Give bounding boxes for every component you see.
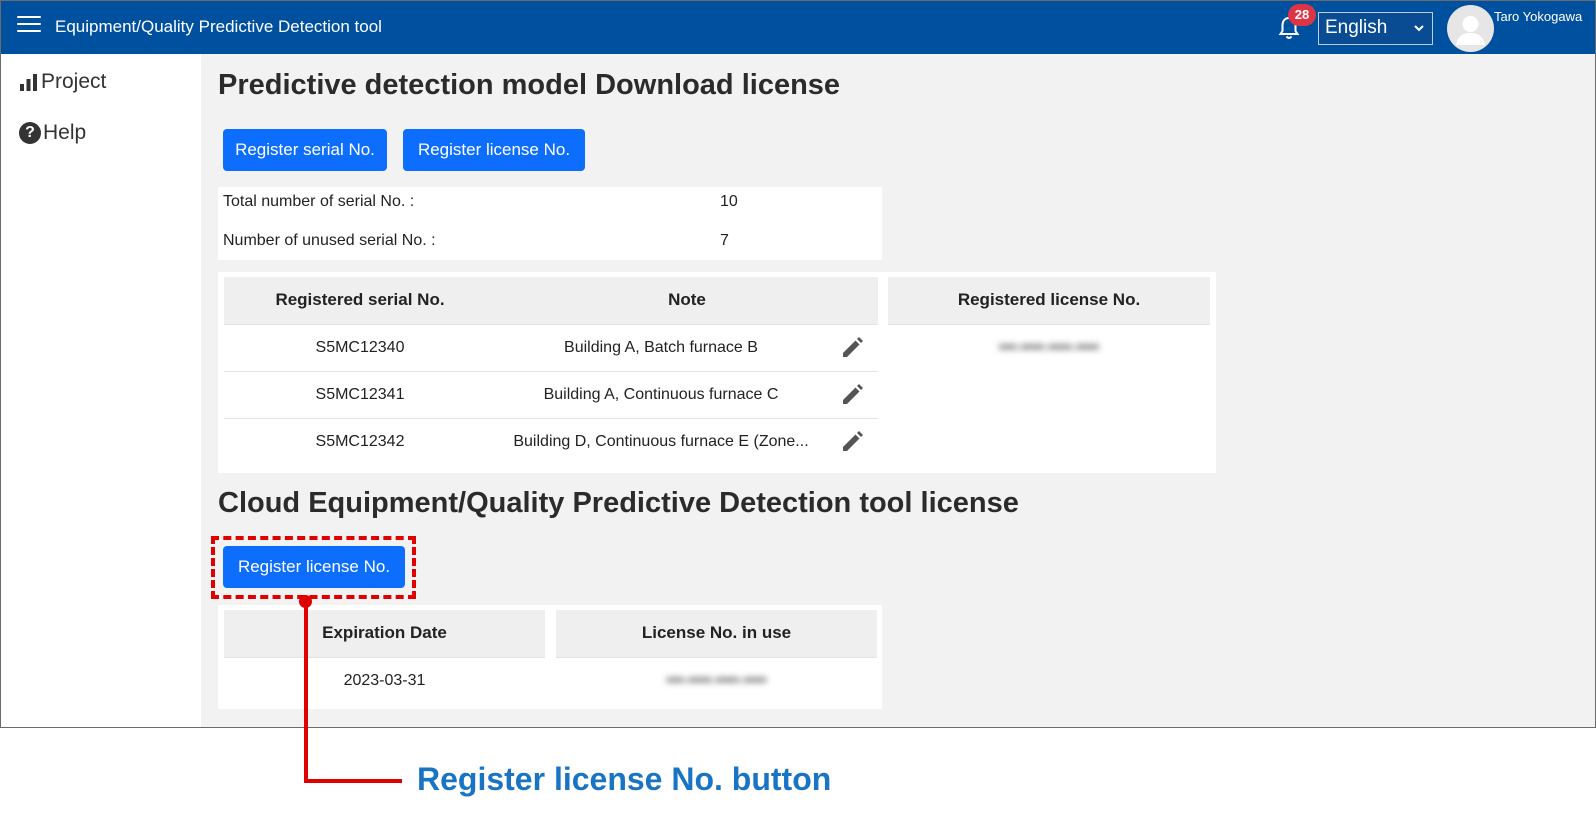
top-bar: Equipment/Quality Predictive Detection t… [1, 1, 1595, 54]
register-license-button[interactable]: Register license No. [403, 129, 585, 171]
serial-table: Registered serial No. Note S5MC12340 Bui… [224, 277, 878, 465]
table-row: S5MC12341 Building A, Continuous furnace… [224, 370, 878, 418]
bar-chart-icon [20, 74, 37, 91]
note-cell: Building D, Continuous furnace E (Zone..… [496, 417, 826, 465]
note-cell: Building A, Batch furnace B [496, 323, 826, 371]
user-icon [1456, 16, 1485, 45]
table-row: •••-••••-••••-•••• [556, 656, 877, 704]
user-name: Taro Yokogawa [1494, 9, 1583, 24]
callout-label: Register license No. button [417, 761, 832, 797]
serial-column-header: Registered serial No. [224, 277, 496, 324]
table-row: S5MC12342 Building D, Continuous furnace… [224, 417, 878, 465]
sidebar-item-project[interactable]: Project [19, 70, 106, 94]
license-column-header: Registered license No. [888, 277, 1210, 324]
sidebar-item-help[interactable]: ? Help [19, 121, 86, 145]
callout-line [304, 599, 308, 782]
serial-cell: S5MC12340 [224, 323, 496, 371]
note-cell: Building A, Continuous furnace C [496, 370, 826, 418]
app-title: Equipment/Quality Predictive Detection t… [55, 17, 382, 36]
serial-cell: S5MC12341 [224, 370, 496, 418]
language-select-value: English [1325, 17, 1388, 38]
expiration-table: Expiration Date 2023-03-31 [224, 610, 545, 704]
unused-serial-value: 7 [720, 232, 729, 249]
language-select[interactable]: English [1318, 12, 1433, 45]
license-in-use-table: License No. in use •••-••••-••••-•••• [556, 610, 877, 704]
expiration-column-header: Expiration Date [224, 610, 545, 657]
serial-summary: Total number of serial No. : 10 Number o… [218, 187, 882, 260]
app-window: Equipment/Quality Predictive Detection t… [0, 0, 1596, 728]
pencil-edit-icon[interactable] [840, 383, 864, 407]
table-row: 2023-03-31 [224, 656, 545, 704]
download-license-heading: Predictive detection model Download lice… [218, 69, 841, 101]
sidebar-item-label: Help [43, 121, 87, 144]
register-serial-button[interactable]: Register serial No. [223, 129, 387, 171]
help-icon: ? [19, 122, 41, 144]
table-row: S5MC12340 Building A, Batch furnace B [224, 323, 878, 371]
notification-badge: 28 [1288, 4, 1316, 26]
total-serial-label: Total number of serial No. : [223, 193, 415, 210]
license-in-use-cell: •••-••••-••••-•••• [556, 656, 877, 704]
license-number-cell: •••-••••-••••-•••• [888, 323, 1210, 371]
highlight-box [211, 536, 416, 599]
expiration-date-cell: 2023-03-31 [224, 656, 545, 704]
user-avatar[interactable] [1447, 5, 1494, 52]
license-in-use-column-header: License No. in use [556, 610, 877, 657]
license-table: Registered license No. •••-••••-••••-•••… [888, 277, 1210, 371]
table-row: •••-••••-••••-•••• [888, 323, 1210, 371]
pencil-edit-icon[interactable] [840, 430, 864, 454]
sidebar: Project ? Help [1, 54, 201, 727]
pencil-edit-icon[interactable] [840, 336, 864, 360]
unused-serial-label: Number of unused serial No. : [223, 232, 436, 249]
sidebar-item-label: Project [41, 70, 107, 93]
callout-line [304, 779, 402, 783]
serial-cell: S5MC12342 [224, 417, 496, 465]
chevron-down-icon [1414, 25, 1424, 32]
hamburger-menu-icon[interactable] [17, 16, 41, 36]
note-column-header: Note [496, 277, 878, 324]
total-serial-value: 10 [720, 193, 738, 210]
cloud-license-heading: Cloud Equipment/Quality Predictive Detec… [218, 487, 1019, 519]
